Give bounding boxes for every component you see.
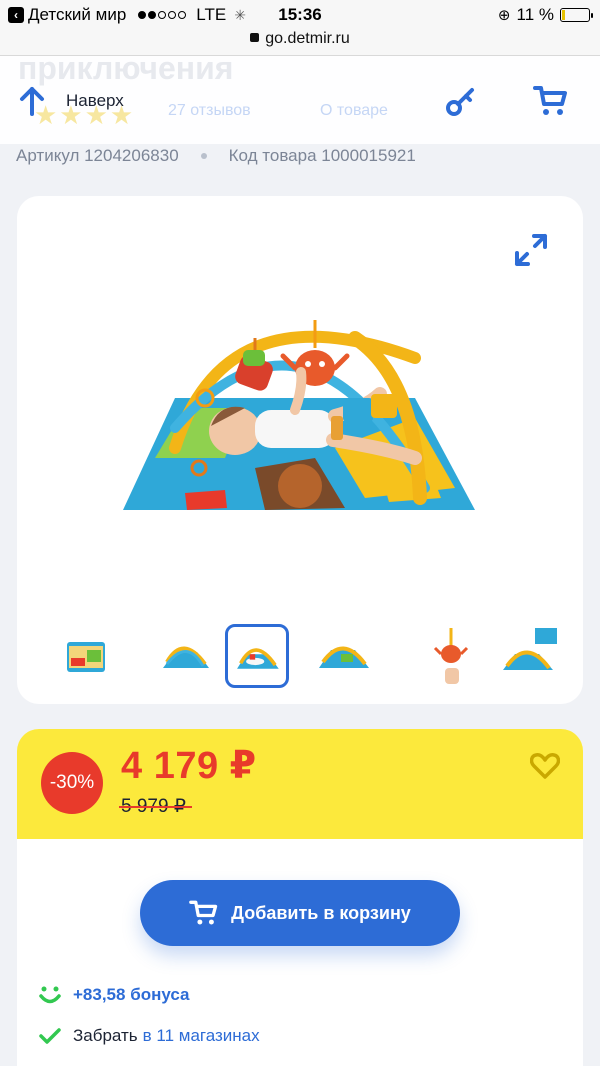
stores-link[interactable]: в 11 магазинах	[143, 1026, 260, 1046]
thumbnail-4[interactable]	[311, 624, 375, 688]
lock-icon	[250, 33, 260, 42]
reviews-link-behind: 27 отзывов	[168, 102, 251, 119]
smile-icon	[39, 986, 61, 1004]
scroll-up-button[interactable]: Наверх	[18, 86, 124, 116]
orientation-lock-icon: ⊕	[497, 7, 511, 24]
url-bar[interactable]: go.detmir.ru	[0, 30, 600, 56]
price-banner: -30% 4 179 ₽ 5 979 ₽	[17, 729, 583, 839]
thumbnail-2[interactable]	[153, 624, 217, 688]
article-number: Артикул 1204206830	[16, 146, 179, 165]
product-title-behind: приключения	[18, 56, 234, 86]
thumbnail-5-image	[433, 628, 469, 684]
cart-button[interactable]	[533, 84, 569, 123]
about-tab-behind: О товаре	[320, 102, 388, 119]
favorite-button[interactable]	[529, 752, 561, 785]
url-text: go.detmir.ru	[265, 30, 350, 47]
discount-badge: -30%	[41, 752, 103, 814]
login-button[interactable]	[444, 84, 478, 123]
thumbnail-2-image	[163, 646, 209, 668]
add-to-cart-label: Добавить в корзину	[231, 902, 411, 923]
check-icon	[39, 1028, 61, 1044]
thumbnail-1[interactable]	[53, 624, 117, 688]
thumbnail-6-image	[503, 628, 557, 670]
thumbnail-strip	[41, 624, 561, 688]
battery-label: 11 %	[516, 5, 555, 24]
add-to-cart-button[interactable]: Добавить в корзину	[140, 880, 460, 946]
product-gallery	[17, 196, 583, 704]
thumbnail-1-image	[67, 642, 105, 672]
battery-icon	[560, 8, 593, 22]
cart-icon	[189, 900, 218, 925]
separator-dot	[200, 153, 207, 159]
price-card: -30% 4 179 ₽ 5 979 ₽ Добавить в корзину …	[17, 729, 583, 1066]
thumbnail-3[interactable]	[225, 624, 289, 688]
product-codes: Артикул 1204206830 Код товара 1000015921	[16, 146, 416, 166]
current-price: 4 179 ₽	[121, 745, 257, 787]
cart-icon	[533, 86, 567, 115]
status-bar: ‹ Детский мир LTE ✳ 15:36 ⊕ 11 %	[0, 0, 600, 30]
pickup-label: Забрать	[73, 1026, 138, 1045]
thumbnail-5[interactable]	[419, 624, 483, 688]
old-price: 5 979 ₽	[119, 796, 192, 817]
thumbnail-3-image	[237, 648, 279, 669]
bonus-info: +83,58 бонуса	[39, 985, 190, 1005]
heart-icon	[529, 753, 561, 779]
fullscreen-button[interactable]	[513, 232, 549, 273]
expand-icon	[515, 234, 547, 266]
pickup-info: Забрать в 11 магазинах	[39, 1026, 260, 1046]
bonus-label: +83,58 бонуса	[73, 985, 190, 1004]
product-code: Код товара 1000015921	[228, 146, 416, 165]
scroll-up-label: Наверх	[66, 91, 124, 110]
thumbnail-6[interactable]	[497, 624, 561, 688]
arrow-up-icon	[20, 87, 44, 116]
key-icon	[446, 88, 474, 116]
thumbnail-4-image	[319, 646, 369, 668]
sticky-header: приключения ★★★★ 27 отзывов О товаре Нав…	[0, 56, 600, 144]
product-image[interactable]	[115, 298, 483, 520]
